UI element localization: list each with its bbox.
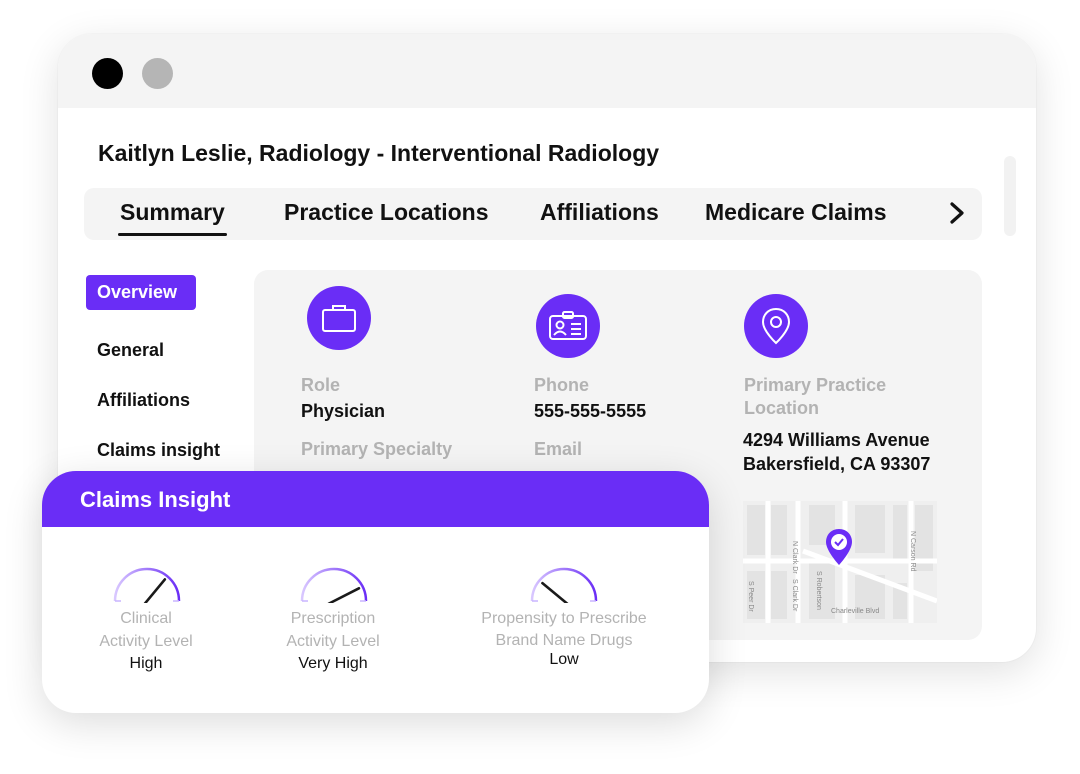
clinical-activity-label-line2: Activity Level xyxy=(99,633,193,650)
claims-insight-header: Claims Insight xyxy=(42,471,709,527)
window-close-dot[interactable] xyxy=(92,58,123,89)
primary-practice-location-label: Primary Practice Location xyxy=(744,375,887,418)
tab-summary[interactable]: Summary xyxy=(120,199,225,226)
chevron-right-icon[interactable] xyxy=(946,198,968,228)
window-titlebar xyxy=(58,34,1036,108)
prescription-activity-label-line1: Prescription xyxy=(290,610,376,627)
map-street-s-clark: S Clark Dr xyxy=(791,579,798,612)
page-title: Kaitlyn Leslie, Radiology - Intervention… xyxy=(98,140,660,166)
gauge-needle xyxy=(541,581,569,603)
gauge-arc xyxy=(530,567,598,602)
id-card-icon xyxy=(536,294,600,358)
phone-label: Phone xyxy=(534,375,590,395)
subnav-item-affiliations[interactable]: Affiliations xyxy=(86,383,201,418)
clinical-activity-label-line1: Clinical xyxy=(120,610,172,627)
tab-bar: Summary Practice Locations Affiliations … xyxy=(84,188,982,240)
map-street-s-robertson: S Robertson xyxy=(815,571,822,610)
clinical-activity-gauge xyxy=(113,567,181,603)
location-pin-icon xyxy=(744,294,808,358)
map-street-n-clark: N Clark Dr xyxy=(791,541,798,574)
tab-practice-locations[interactable]: Practice Locations xyxy=(284,199,489,226)
gauge-arc xyxy=(300,567,368,602)
address-line2: Bakersfield, CA 93307 xyxy=(743,454,931,474)
scrollbar[interactable] xyxy=(1004,156,1016,236)
claims-insight-title: Claims Insight xyxy=(80,487,231,512)
gauge-arc xyxy=(113,567,181,602)
location-map[interactable]: N Clark Dr N Carson Rd S Peer Dr S Clark… xyxy=(743,501,937,623)
tab-medicare-claims[interactable]: Medicare Claims xyxy=(705,199,887,226)
role-value: Physician xyxy=(301,401,386,421)
propensity-value: Low xyxy=(549,651,579,668)
map-street-s-peer: S Peer Dr xyxy=(747,581,754,612)
propensity-label-line1: Propensity to Prescribe xyxy=(481,610,647,627)
map-street-n-carson: N Carson Rd xyxy=(909,531,916,572)
prescription-activity-label-line2: Activity Level xyxy=(286,633,380,650)
propensity-label-line2: Brand Name Drugs xyxy=(495,632,633,649)
subnav-item-claims-insight[interactable]: Claims insight xyxy=(86,433,231,468)
phone-value: 555-555-5555 xyxy=(534,401,647,421)
role-label: Role xyxy=(301,375,341,395)
claims-insight-card: Claims Insight Clinical Activity Level H… xyxy=(42,471,709,713)
map-street-charleville: Charleville Blvd xyxy=(831,608,879,615)
subnav-item-overview[interactable]: Overview xyxy=(86,275,196,310)
gauge-needle xyxy=(327,586,361,603)
prescription-activity-gauge xyxy=(300,567,368,603)
subnav-item-general[interactable]: General xyxy=(86,333,175,368)
gauge-needle xyxy=(143,578,167,603)
window-minimize-dot[interactable] xyxy=(142,58,173,89)
active-tab-underline xyxy=(118,233,227,236)
primary-specialty-label: Primary Specialty xyxy=(301,439,453,459)
propensity-brand-gauge xyxy=(530,567,598,603)
clinical-activity-value: High xyxy=(129,655,163,672)
email-label: Email xyxy=(534,439,583,459)
briefcase-icon xyxy=(307,286,371,350)
address-line1: 4294 Williams Avenue xyxy=(743,430,930,450)
tab-affiliations[interactable]: Affiliations xyxy=(540,199,659,226)
prescription-activity-value: Very High xyxy=(298,655,368,672)
